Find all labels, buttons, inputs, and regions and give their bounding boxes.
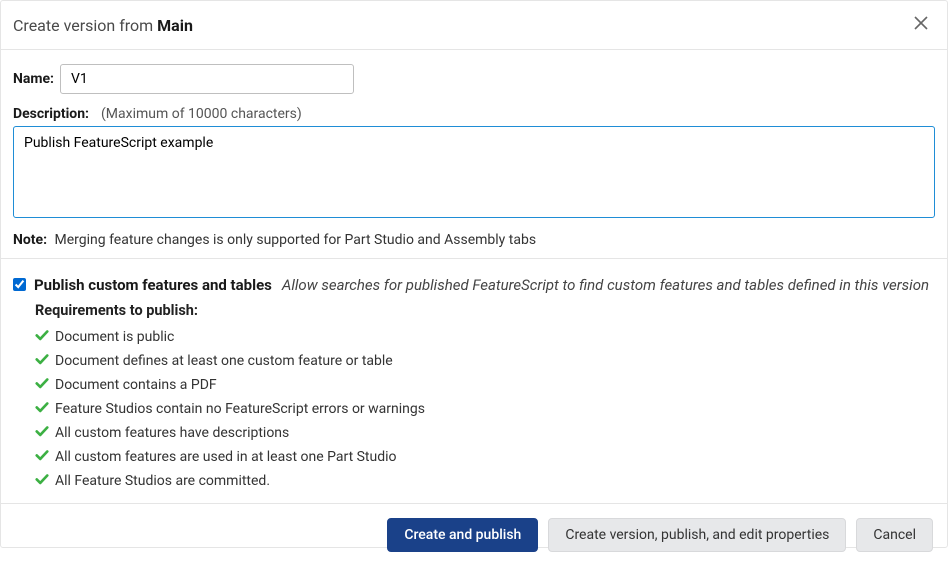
create-version-dialog: Create version from Main Name: Descripti… <box>0 0 948 548</box>
dialog-body: Name: Description: (Maximum of 10000 cha… <box>1 50 947 259</box>
publish-description: Allow searches for published FeatureScri… <box>282 276 929 294</box>
description-label: Description: <box>13 106 89 122</box>
requirement-item: Feature Studios contain no FeatureScript… <box>35 397 935 421</box>
note-label: Note: <box>13 232 47 248</box>
publish-section: Publish custom features and tables Allow… <box>1 259 947 504</box>
publish-row: Publish custom features and tables Allow… <box>13 275 935 294</box>
requirements-list: Document is public Document defines at le… <box>35 325 935 493</box>
requirement-text: Document is public <box>55 329 174 345</box>
name-input[interactable] <box>60 64 354 94</box>
create-and-publish-button[interactable]: Create and publish <box>387 518 538 552</box>
close-icon[interactable] <box>913 15 929 35</box>
requirements-title: Requirements to publish: <box>35 302 935 319</box>
check-icon <box>35 376 49 394</box>
requirement-text: Document defines at least one custom fea… <box>55 353 393 369</box>
title-prefix: Create version from <box>13 16 153 35</box>
requirement-text: Document contains a PDF <box>55 377 217 393</box>
requirement-text: All custom features have descriptions <box>55 425 289 441</box>
note-row: Note: Merging feature changes is only su… <box>13 232 935 248</box>
requirement-text: All custom features are used in at least… <box>55 449 397 465</box>
requirement-item: Document is public <box>35 325 935 349</box>
requirement-text: Feature Studios contain no FeatureScript… <box>55 401 425 417</box>
check-icon <box>35 472 49 490</box>
requirement-text: All Feature Studios are committed. <box>55 473 270 489</box>
requirement-item: All custom features are used in at least… <box>35 445 935 469</box>
name-label: Name: <box>13 71 54 87</box>
check-icon <box>35 352 49 370</box>
requirement-item: Document defines at least one custom fea… <box>35 349 935 373</box>
create-publish-edit-button[interactable]: Create version, publish, and edit proper… <box>548 518 846 552</box>
publish-label: Publish custom features and tables <box>34 276 272 294</box>
cancel-button[interactable]: Cancel <box>856 518 933 552</box>
name-row: Name: <box>13 64 935 94</box>
check-icon <box>35 448 49 466</box>
dialog-title: Create version from Main <box>13 16 193 35</box>
publish-text-wrap: Publish custom features and tables Allow… <box>34 275 929 294</box>
check-icon <box>35 424 49 442</box>
requirement-item: Document contains a PDF <box>35 373 935 397</box>
description-hint: (Maximum of 10000 characters) <box>101 106 302 122</box>
dialog-footer: Create and publish Create version, publi… <box>1 504 947 566</box>
dialog-header: Create version from Main <box>1 1 947 50</box>
description-label-row: Description: (Maximum of 10000 character… <box>13 106 935 122</box>
description-input[interactable] <box>13 126 935 218</box>
check-icon <box>35 328 49 346</box>
check-icon <box>35 400 49 418</box>
requirements: Requirements to publish: Document is pub… <box>35 302 935 493</box>
publish-checkbox[interactable] <box>13 278 26 291</box>
requirement-item: All Feature Studios are committed. <box>35 469 935 493</box>
note-text: Merging feature changes is only supporte… <box>55 232 537 248</box>
title-target: Main <box>157 16 193 35</box>
requirement-item: All custom features have descriptions <box>35 421 935 445</box>
